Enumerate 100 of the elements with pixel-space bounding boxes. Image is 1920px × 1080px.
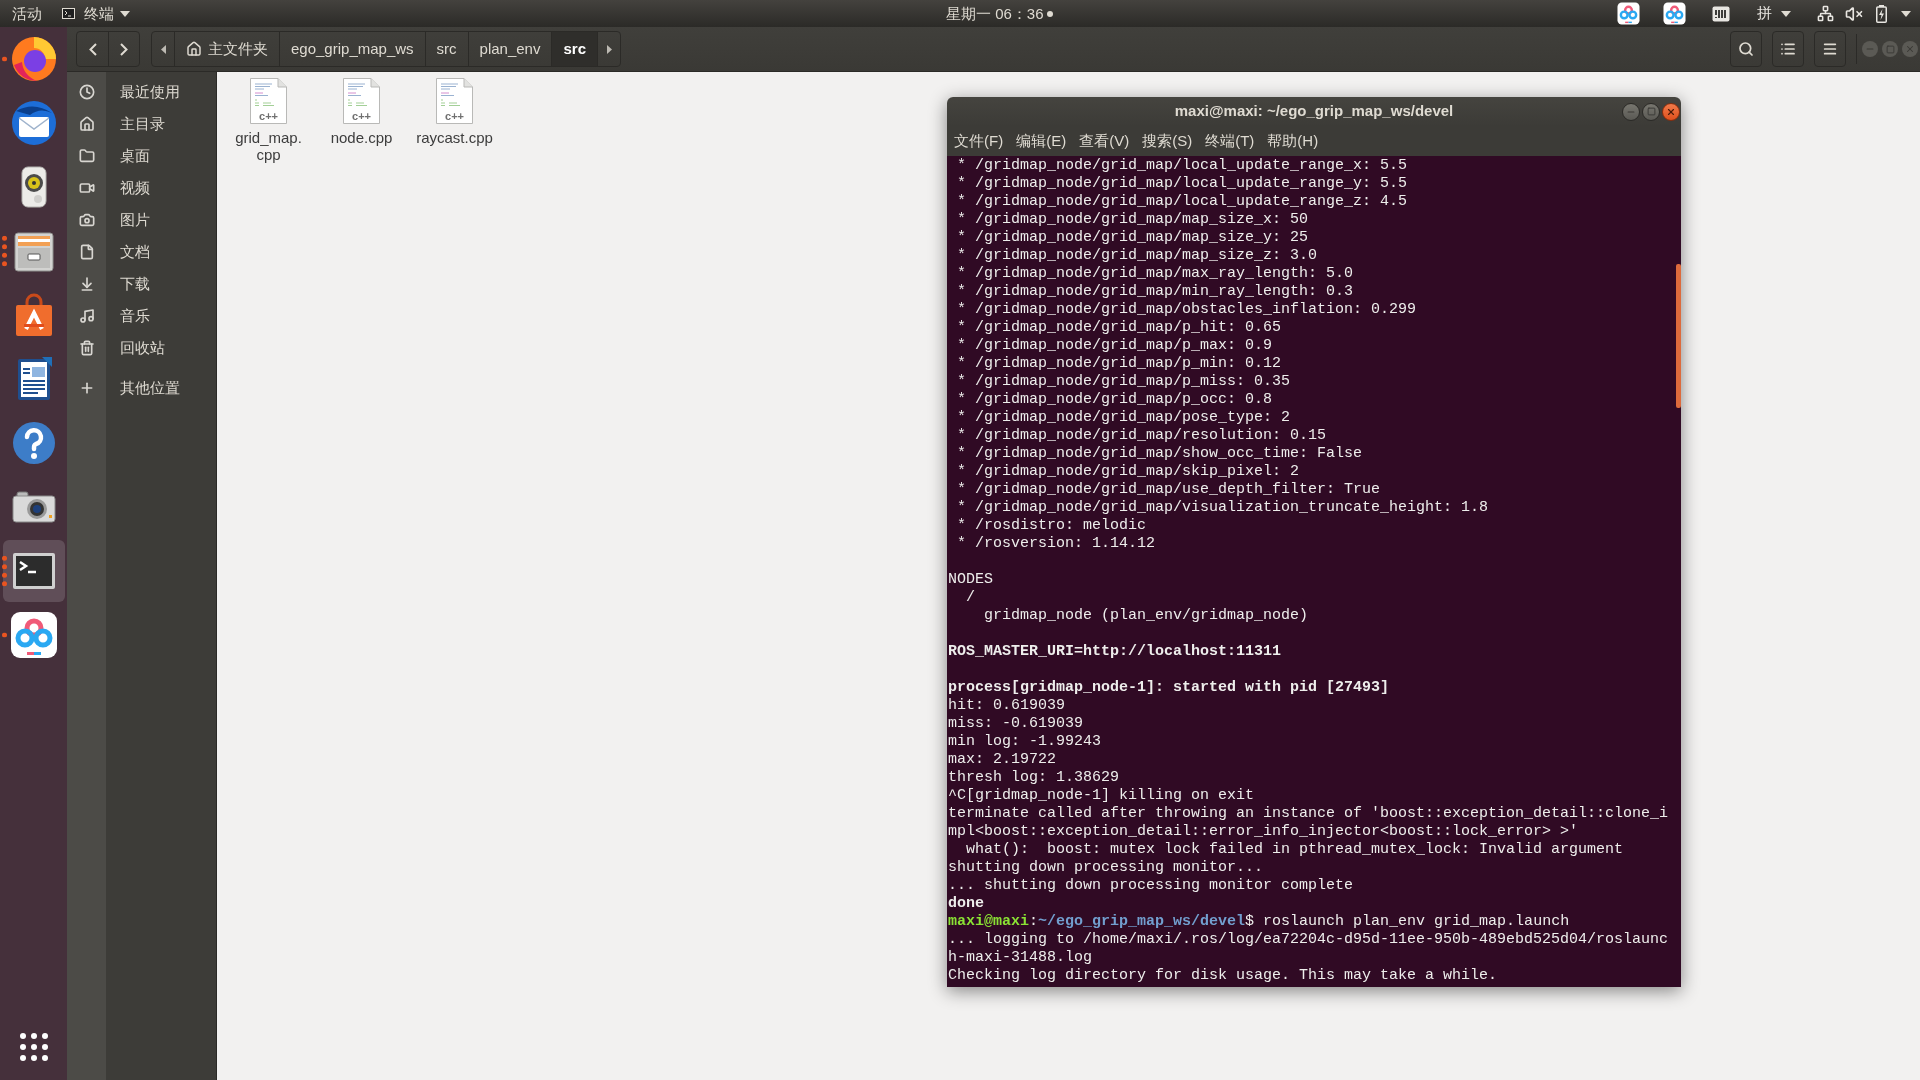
network-icon xyxy=(1817,5,1834,22)
terminal-line: * /gridmap_node/grid_map/use_depth_filter: True xyxy=(956,481,1381,499)
terminal-line: gridmap_node (plan_env/gridmap_node) xyxy=(984,607,1309,625)
terminal-line: * /gridmap_node/grid_map/p_min: 0.12 xyxy=(956,355,1282,373)
home-icon xyxy=(78,116,95,132)
path-segment[interactable]: 主文件夹 xyxy=(174,32,279,66)
dock-item[interactable] xyxy=(2,540,65,602)
clock-button[interactable]: 星期一 06：36 xyxy=(946,0,1044,27)
tray-app-button[interactable] xyxy=(1712,5,1730,22)
file-item[interactable]: c++ raycast.cpp xyxy=(408,78,501,146)
menu-item[interactable]: 搜索(S) xyxy=(1142,129,1193,153)
path-segment[interactable]: ego_grip_map_ws xyxy=(279,32,425,66)
document-icon xyxy=(343,78,380,124)
terminal-line: miss: -0.619039 xyxy=(948,715,1084,733)
terminal-line: done xyxy=(948,895,984,913)
menu-icon xyxy=(1822,41,1838,57)
terminal-line: * /gridmap_node/grid_map/max_ray_length: 5.0 xyxy=(956,265,1354,283)
app-grid-icon xyxy=(19,1033,48,1061)
search-icon xyxy=(1738,41,1754,57)
sidebar-item[interactable]: 音乐 xyxy=(67,300,216,332)
caret-icon xyxy=(1901,10,1911,17)
caret-icon xyxy=(1781,10,1791,17)
list-view-icon xyxy=(1780,41,1796,57)
caret-icon xyxy=(120,10,130,17)
tray-app-button[interactable] xyxy=(1663,2,1686,25)
maximize-button[interactable] xyxy=(1642,102,1660,121)
prompt-separator: : xyxy=(1029,913,1039,930)
keyboard-icon xyxy=(1712,5,1730,22)
sidebar-item[interactable]: 主目录 xyxy=(67,108,216,140)
terminal-line: * /gridmap_node/grid_map/resolution: 0.15 xyxy=(956,427,1327,445)
terminal-line: ^C[gridmap_node-1] killing on exit xyxy=(948,787,1255,805)
terminal-line: * /gridmap_node/grid_map/map_size_z: 3.0 xyxy=(956,247,1318,265)
menu-item[interactable]: 终端(T) xyxy=(1205,129,1255,153)
close-icon xyxy=(1666,106,1676,117)
menu-button[interactable] xyxy=(1814,31,1846,67)
terminal-line: * /rosdistro: melodic xyxy=(956,517,1147,535)
input-method-button[interactable]: 拼 xyxy=(1757,2,1791,25)
sidebar-item[interactable]: 其他位置 xyxy=(67,372,216,404)
terminal-line: * /gridmap_node/grid_map/local_update_range_y: 5.5 xyxy=(956,175,1408,193)
file-item[interactable]: c++ node.cpp xyxy=(315,78,408,146)
maximize-icon xyxy=(1885,44,1895,54)
prompt-command: $ roslaunch plan_env grid_map.launch xyxy=(1245,913,1570,930)
terminal-line: * /gridmap_node/grid_map/visualization_truncate_height: 1.8 xyxy=(956,499,1489,517)
terminal-line: * /rosversion: 1.14.12 xyxy=(956,535,1156,553)
sidebar-item[interactable]: 回收站 xyxy=(67,332,216,364)
sidebar-item[interactable]: 下载 xyxy=(67,268,216,300)
terminal-line: * /gridmap_node/grid_map/p_occ: 0.8 xyxy=(956,391,1273,409)
path-segment[interactable]: src xyxy=(424,32,468,66)
prompt-user: maxi@maxi xyxy=(948,913,1029,930)
clock-icon xyxy=(78,84,95,100)
document-icon xyxy=(436,78,473,124)
path-segment[interactable]: src xyxy=(551,32,597,66)
scrollbar[interactable] xyxy=(1676,264,1681,408)
file-item[interactable]: c++ grid_map.cpp xyxy=(222,78,315,163)
music-note-icon xyxy=(78,308,95,324)
terminal-line: min log: -1.99243 xyxy=(948,733,1102,751)
rings-icon xyxy=(1617,2,1640,25)
activities-button[interactable]: 活动 xyxy=(12,0,42,27)
menu-item[interactable]: 编辑(E) xyxy=(1016,129,1067,153)
terminal-line: * /gridmap_node/grid_map/local_update_range_z: 4.5 xyxy=(956,193,1408,211)
terminal-line: * /gridmap_node/grid_map/obstacles_inflation: 0.299 xyxy=(956,301,1417,319)
terminal-line: process[gridmap_node-1]: started with pid [27493] xyxy=(948,679,1390,697)
minimize-button[interactable] xyxy=(1622,102,1640,121)
maximize-icon xyxy=(1646,107,1656,116)
envelope-icon xyxy=(9,99,58,147)
terminal-line: NODES xyxy=(948,571,993,589)
terminal-line: ROS_MASTER_URI=http://localhost:11311 xyxy=(948,643,1282,661)
battery-charging-icon xyxy=(1876,4,1887,23)
sidebar-item[interactable]: 文档 xyxy=(67,236,216,268)
terminal-line: thresh log: 1.38629 xyxy=(948,769,1120,787)
home-icon xyxy=(186,41,202,57)
close-icon xyxy=(1905,44,1915,54)
file-type-label: c++ xyxy=(258,110,279,122)
terminal-line: * /gridmap_node/grid_map/p_hit: 0.65 xyxy=(956,319,1282,337)
sidebar-item[interactable]: 最近使用 xyxy=(67,76,216,108)
menu-item[interactable]: 文件(F) xyxy=(954,129,1004,153)
close-button[interactable] xyxy=(1662,102,1680,121)
sidebar-item[interactable]: 桌面 xyxy=(67,140,216,172)
terminal-line: * /gridmap_node/grid_map/show_occ_time: False xyxy=(956,445,1363,463)
terminal-line: * /gridmap_node/grid_map/map_size_x: 50 xyxy=(956,211,1309,229)
terminal-line: what(): boost: mutex lock failed in pthread_mutex_lock: Invalid argument xyxy=(966,841,1624,859)
caret-left-icon xyxy=(160,44,166,54)
menu-item[interactable]: 帮助(H) xyxy=(1267,129,1319,153)
folder-icon xyxy=(78,148,95,164)
notification-dot-icon xyxy=(1046,10,1053,17)
view-list-button[interactable] xyxy=(1772,31,1804,67)
terminal-line: * /gridmap_node/grid_map/min_ray_length: 0.3 xyxy=(956,283,1354,301)
terminal-line: / xyxy=(966,589,975,607)
sidebar-item[interactable]: 视频 xyxy=(67,172,216,204)
terminal-line: * /gridmap_node/grid_map/skip_pixel: 2 xyxy=(956,463,1300,481)
terminal-line: max: 2.19722 xyxy=(948,751,1057,769)
terminal-line: ... shutting down processing monitor complete xyxy=(948,877,1354,895)
terminal-line: * /gridmap_node/grid_map/pose_type: 2 xyxy=(956,409,1291,427)
menu-item[interactable]: 查看(V) xyxy=(1079,129,1130,153)
tray-app-button[interactable] xyxy=(1617,2,1640,25)
sidebar-item[interactable]: 图片 xyxy=(67,204,216,236)
video-camera-icon xyxy=(78,180,95,196)
search-button[interactable] xyxy=(1730,31,1762,67)
terminal-line: Checking log directory for disk usage. This may take a while. xyxy=(948,967,1498,985)
app-menu-button[interactable]: 终端 xyxy=(62,0,130,27)
